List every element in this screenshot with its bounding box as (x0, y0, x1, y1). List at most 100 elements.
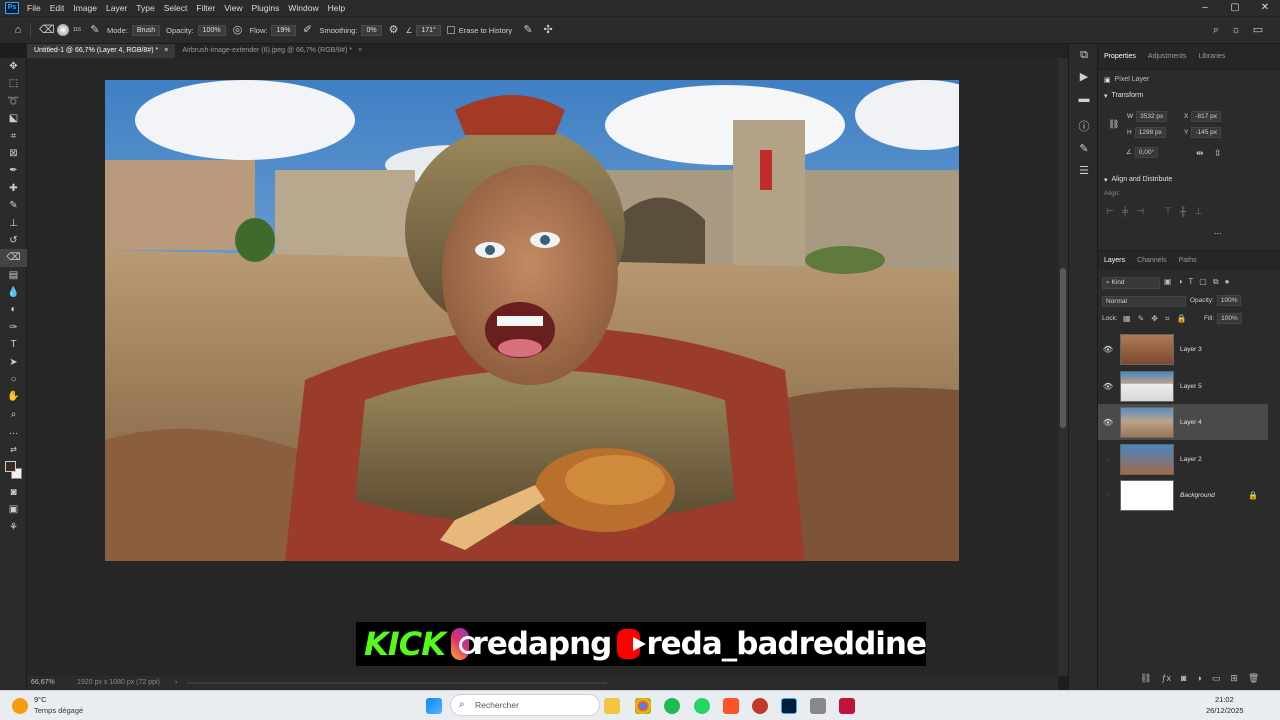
visibility-eye-icon[interactable]: 👁 (1098, 345, 1118, 354)
layer-name[interactable]: Layer 4 (1180, 419, 1202, 426)
new-layer-icon[interactable]: ⊞ (1230, 673, 1238, 684)
filter-smart-icon[interactable]: ⧉ (1213, 277, 1219, 287)
transform-header[interactable]: ▾ Transform (1098, 88, 1280, 104)
lock-pixels-icon[interactable]: ✎ (1138, 314, 1145, 324)
flip-horizontal-icon[interactable]: ⇹ (1196, 148, 1204, 159)
marquee-tool-icon[interactable]: ⬚ (0, 75, 27, 92)
filter-type-icon[interactable]: T (1188, 277, 1193, 287)
adjust-icon[interactable]: ☰ (1069, 160, 1099, 182)
align-right-icon[interactable]: ⊣ (1136, 206, 1144, 217)
scrollbar-thumb[interactable] (1060, 268, 1066, 428)
tab-channels[interactable]: Channels (1131, 251, 1173, 271)
menu-select[interactable]: Select (164, 3, 188, 13)
filter-shape-icon[interactable]: ▢ (1199, 277, 1207, 287)
height-value[interactable]: 1298 px (1134, 127, 1166, 138)
clock-date[interactable]: 26/12/2025 (1206, 706, 1244, 715)
opacity-input[interactable]: 100% (197, 24, 226, 36)
menu-image[interactable]: Image (73, 3, 97, 13)
eraser-tool-icon[interactable]: ⌫ (0, 249, 27, 267)
pressure-opacity-icon[interactable]: ◎ (232, 24, 244, 36)
brave-icon[interactable] (723, 698, 739, 714)
type-tool-icon[interactable]: T (0, 336, 27, 353)
taskbar-search[interactable]: ⌕ Rechercher (450, 694, 600, 716)
filter-adjust-icon[interactable]: ◑ (1178, 277, 1183, 287)
tab-layers[interactable]: Layers (1098, 251, 1131, 271)
airbrush-icon[interactable]: ✐ (302, 24, 314, 36)
healing-tool-icon[interactable]: ✚ (0, 180, 27, 197)
minimize-button[interactable]: – (1190, 0, 1220, 16)
edit-toolbar-icon[interactable]: ⚘ (0, 519, 27, 536)
align-center-h-icon[interactable]: ╪ (1122, 206, 1128, 217)
file-explorer-icon[interactable] (604, 698, 620, 714)
zoom-level[interactable]: 66,67% (31, 676, 55, 690)
opacity-value[interactable]: 100% (1216, 295, 1242, 306)
tab-untitled-1[interactable]: Untitled-1 @ 66,7% (Layer 4, RGB/8#) * × (27, 44, 176, 58)
gear-icon[interactable]: ⚙ (388, 24, 400, 36)
app-icon[interactable] (810, 698, 826, 714)
tab-adjustments[interactable]: Adjustments (1142, 44, 1193, 70)
layer-name[interactable]: Layer 3 (1180, 346, 1202, 353)
angle-input[interactable]: 171° (416, 24, 441, 36)
lock-all-icon[interactable]: 🔒 (1176, 314, 1186, 324)
default-colors-icon[interactable]: ⇄ (0, 441, 27, 458)
brush-tool-icon[interactable]: ✎ (0, 197, 27, 214)
history-icon[interactable]: ⧉ (1069, 44, 1099, 66)
layer-name[interactable]: Layer 5 (1180, 383, 1202, 390)
hand-tool-icon[interactable]: ✋ (0, 388, 27, 405)
fill-value[interactable]: 100% (1217, 313, 1242, 324)
lock-artboard-icon[interactable]: ⌗ (1165, 314, 1170, 324)
close-tab-icon[interactable]: × (164, 44, 168, 58)
lasso-tool-icon[interactable]: ➰ (0, 93, 27, 110)
filter-kind-select[interactable]: ⌕ Kind (1102, 277, 1160, 289)
tab-airbrush-image[interactable]: Airbrush-image-extender (6).jpeg @ 66,7%… (175, 44, 369, 58)
photoshop-logo[interactable]: Ps (5, 2, 19, 14)
chrome-icon[interactable] (635, 698, 651, 714)
menu-filter[interactable]: Filter (196, 3, 215, 13)
tab-libraries[interactable]: Libraries (1192, 44, 1231, 70)
stamp-tool-icon[interactable]: ⊥ (0, 215, 27, 232)
quick-mask-icon[interactable]: ◙ (0, 484, 27, 501)
photoshop-taskbar-icon[interactable] (781, 698, 797, 714)
flow-input[interactable]: 19% (271, 24, 296, 36)
new-group-icon[interactable]: ▭ (1212, 673, 1221, 684)
frame-tool-icon[interactable]: ⊠ (0, 145, 27, 162)
layer-row-background[interactable]: ▫ Background 🔒 (1098, 477, 1268, 513)
brush-settings-icon[interactable]: ✎ (89, 24, 101, 36)
visibility-eye-icon[interactable]: 👁 (1098, 418, 1118, 427)
spotify-icon[interactable] (664, 698, 680, 714)
smoothing-input[interactable]: 0% (361, 24, 382, 36)
document-canvas[interactable] (105, 80, 959, 561)
workspace-icon[interactable]: ▭ (1252, 24, 1264, 36)
add-mask-icon[interactable]: ◙ (1181, 673, 1186, 684)
tab-properties[interactable]: Properties (1098, 44, 1142, 70)
close-window-button[interactable]: ✕ (1250, 0, 1280, 16)
menu-view[interactable]: View (224, 3, 242, 13)
align-bottom-icon[interactable]: ⊥ (1194, 206, 1202, 217)
weather-temp[interactable]: 9°C (34, 695, 47, 704)
move-tool-icon[interactable]: ✥ (0, 58, 27, 75)
comments-icon[interactable]: ▬ (1069, 88, 1099, 110)
y-field[interactable]: Y -145 px (1184, 127, 1222, 138)
width-value[interactable]: 3532 px (1136, 111, 1168, 122)
pressure-size-icon[interactable]: ✎ (522, 24, 534, 36)
close-tab-icon[interactable]: × (358, 44, 362, 58)
layer-row-2[interactable]: ▫ Layer 2 (1098, 441, 1268, 477)
app-icon[interactable] (839, 698, 855, 714)
pen-tool-icon[interactable]: ✑ (0, 319, 27, 336)
visibility-eye-icon[interactable]: 👁 (1098, 382, 1118, 391)
zoom-tool-icon[interactable]: ⌕ (0, 406, 27, 423)
screen-mode-icon[interactable]: ▣ (0, 501, 27, 518)
more-options-button[interactable]: ... (1214, 226, 1222, 236)
filter-toggle-icon[interactable]: ● (1225, 277, 1230, 287)
info-icon[interactable]: ⓘ (1069, 116, 1099, 138)
document-info[interactable]: 1920 px x 1080 px (72 ppi) (77, 676, 160, 690)
erase-history-checkbox[interactable] (446, 26, 455, 34)
crop-tool-icon[interactable]: ⌗ (0, 128, 27, 145)
weather-desc[interactable]: Temps dégagé (34, 706, 83, 715)
search-icon[interactable]: ⌕ (1210, 24, 1222, 36)
angle-field[interactable]: ∠ 0,00° (1126, 147, 1159, 158)
start-icon[interactable] (426, 698, 442, 714)
angle-value[interactable]: 0,00° (1134, 147, 1159, 158)
erase-history-control[interactable]: Erase to History (446, 26, 512, 35)
chevron-right-icon[interactable]: › (175, 676, 177, 690)
